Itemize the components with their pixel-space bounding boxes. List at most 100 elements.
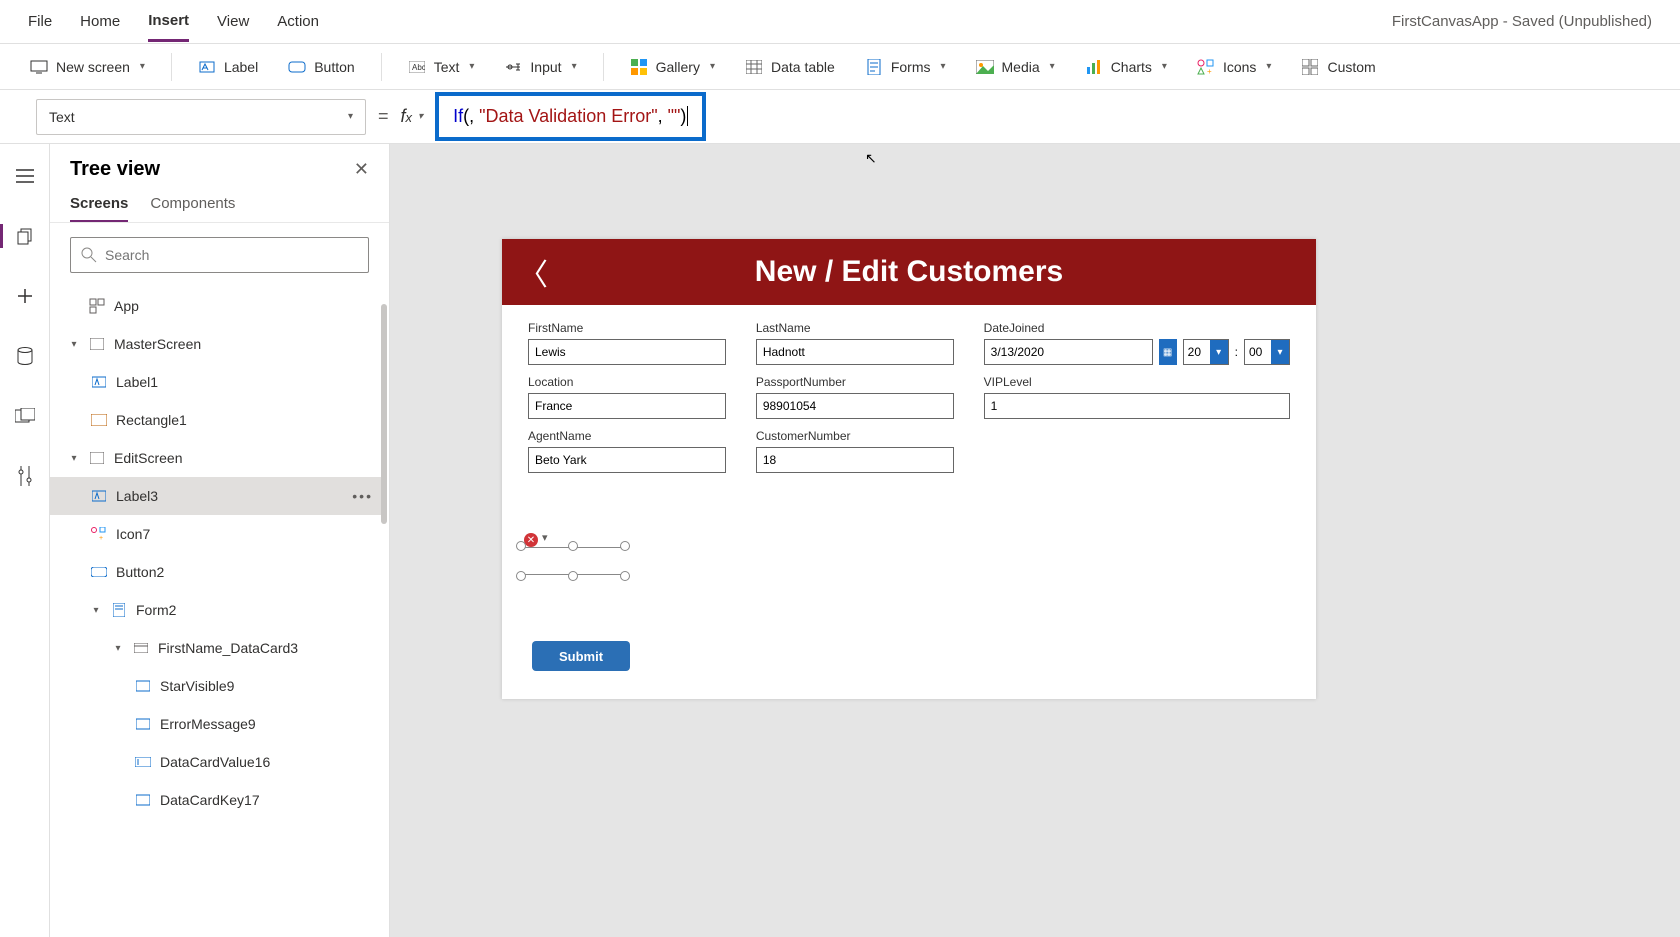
button-button[interactable]: Button [278, 52, 364, 82]
property-selector[interactable]: Text ▾ [36, 99, 366, 135]
screen-icon [30, 58, 48, 76]
rail-hamburger[interactable] [9, 160, 41, 192]
tree-search[interactable] [70, 237, 369, 273]
tree-item-label1[interactable]: Label1 [50, 363, 383, 401]
text-dropdown[interactable]: Abc Text ▾ [398, 52, 485, 82]
gallery-dropdown[interactable]: Gallery ▾ [620, 52, 725, 82]
button-icon [288, 58, 306, 76]
lastname-input[interactable] [756, 339, 954, 365]
field-location: Location [528, 375, 726, 419]
hour-select[interactable]: 20▾ [1183, 339, 1229, 365]
label-icon [90, 373, 108, 391]
text-icon: Abc [408, 58, 426, 76]
custnum-input[interactable] [756, 447, 954, 473]
svg-text:Abc: Abc [412, 63, 425, 72]
minute-select[interactable]: 00▾ [1244, 339, 1290, 365]
tree-item-form2[interactable]: ▾ Form2 [50, 591, 383, 629]
menu-file[interactable]: File [28, 3, 52, 40]
tree-item-starvisible[interactable]: StarVisible9 [50, 667, 383, 705]
rail-advanced[interactable] [9, 460, 41, 492]
charts-btn-label: Charts [1111, 59, 1152, 75]
tree-item-icon7[interactable]: + Icon7 [50, 515, 383, 553]
custom-dropdown[interactable]: Custom [1291, 52, 1385, 82]
location-input[interactable] [528, 393, 726, 419]
chevron-down-icon: ▾ [710, 61, 715, 72]
property-name: Text [49, 109, 75, 125]
tree-item-button2[interactable]: Button2 [50, 553, 383, 591]
tree-item-datacardvalue[interactable]: DataCardValue16 [50, 743, 383, 781]
charts-dropdown[interactable]: Charts ▾ [1075, 52, 1177, 82]
tab-components[interactable]: Components [150, 195, 235, 222]
tree-item-datacard[interactable]: ▾ FirstName_DataCard3 [50, 629, 383, 667]
custom-btn-label: Custom [1327, 59, 1375, 75]
error-badge-icon[interactable]: ✕ [524, 533, 538, 547]
icons-icon: + [90, 525, 108, 543]
data-table-button[interactable]: Data table [735, 52, 845, 82]
submit-button[interactable]: Submit [532, 641, 630, 671]
firstname-input[interactable] [528, 339, 726, 365]
text-btn-label: Text [434, 59, 460, 75]
form-icon [110, 601, 128, 619]
tree-item-rectangle1[interactable]: Rectangle1 [50, 401, 383, 439]
agent-input[interactable] [528, 447, 726, 473]
menu-view[interactable]: View [217, 3, 249, 40]
rail-media[interactable] [9, 400, 41, 432]
rail-tree-view[interactable] [9, 220, 41, 252]
chevron-down-icon: ▾ [1210, 340, 1228, 364]
chevron-down-icon[interactable]: ▾ [112, 643, 124, 654]
fx-button[interactable]: fx ▾ [401, 106, 424, 127]
field-customernumber: CustomerNumber [756, 429, 954, 473]
button-btn-label: Button [314, 59, 354, 75]
label-button[interactable]: Label [188, 52, 268, 82]
chevron-down-icon: ▾ [1162, 61, 1167, 72]
charts-icon [1085, 58, 1103, 76]
menu-insert[interactable]: Insert [148, 2, 189, 42]
selected-control[interactable]: ✕ ▾ [516, 541, 630, 581]
icons-dropdown[interactable]: + Icons ▾ [1187, 52, 1282, 82]
input-dropdown[interactable]: Input ▾ [494, 52, 586, 82]
button-icon [90, 563, 108, 581]
chevron-down-icon: ▾ [1271, 340, 1289, 364]
form-body: FirstName LastName DateJoined ▦ 20▾ : 00… [502, 305, 1316, 489]
chevron-down-icon[interactable]: ▾ [68, 339, 80, 350]
rail-insert[interactable] [9, 280, 41, 312]
forms-dropdown[interactable]: Forms ▾ [855, 52, 956, 82]
menu-action[interactable]: Action [277, 3, 319, 40]
tab-screens[interactable]: Screens [70, 195, 128, 222]
tree-item-datacardkey[interactable]: DataCardKey17 [50, 781, 383, 819]
left-rail [0, 144, 50, 937]
passport-input[interactable] [756, 393, 954, 419]
field-datejoined: DateJoined ▦ 20▾ : 00▾ [984, 321, 1290, 365]
menu-home[interactable]: Home [80, 3, 120, 40]
back-icon[interactable]: 〈 [518, 250, 558, 294]
tree-item-editscreen[interactable]: ▾ EditScreen [50, 439, 383, 477]
new-screen-label: New screen [56, 59, 130, 75]
forms-icon [865, 58, 883, 76]
calendar-icon[interactable]: ▦ [1159, 339, 1177, 365]
close-icon[interactable]: ✕ [354, 159, 369, 180]
new-screen-button[interactable]: New screen ▾ [20, 52, 155, 82]
more-icon[interactable]: ••• [352, 488, 373, 504]
media-dropdown[interactable]: Media ▾ [966, 52, 1065, 82]
tree-item-label3[interactable]: Label3 ••• [50, 477, 383, 515]
formula-input[interactable]: If(, "Data Validation Error", "") [435, 92, 706, 141]
chevron-down-icon[interactable]: ▾ [542, 531, 548, 544]
chevron-down-icon: ▾ [140, 61, 145, 72]
label-icon [134, 791, 152, 809]
app-status: FirstCanvasApp - Saved (Unpublished) [1392, 13, 1652, 30]
rail-data[interactable] [9, 340, 41, 372]
chevron-down-icon[interactable]: ▾ [90, 605, 102, 616]
vip-input[interactable] [984, 393, 1290, 419]
search-input[interactable] [105, 247, 358, 263]
date-input[interactable] [984, 339, 1153, 365]
datacard-icon [132, 639, 150, 657]
tree-item-masterscreen[interactable]: ▾ MasterScreen [50, 325, 383, 363]
table-icon [745, 58, 763, 76]
screen-icon [88, 335, 106, 353]
screen-icon [88, 449, 106, 467]
icons-btn-label: Icons [1223, 59, 1256, 75]
tree-item-errormessage[interactable]: ErrorMessage9 [50, 705, 383, 743]
chevron-down-icon[interactable]: ▾ [68, 453, 80, 464]
tree-item-app[interactable]: App [50, 287, 383, 325]
scrollbar[interactable] [381, 304, 387, 524]
